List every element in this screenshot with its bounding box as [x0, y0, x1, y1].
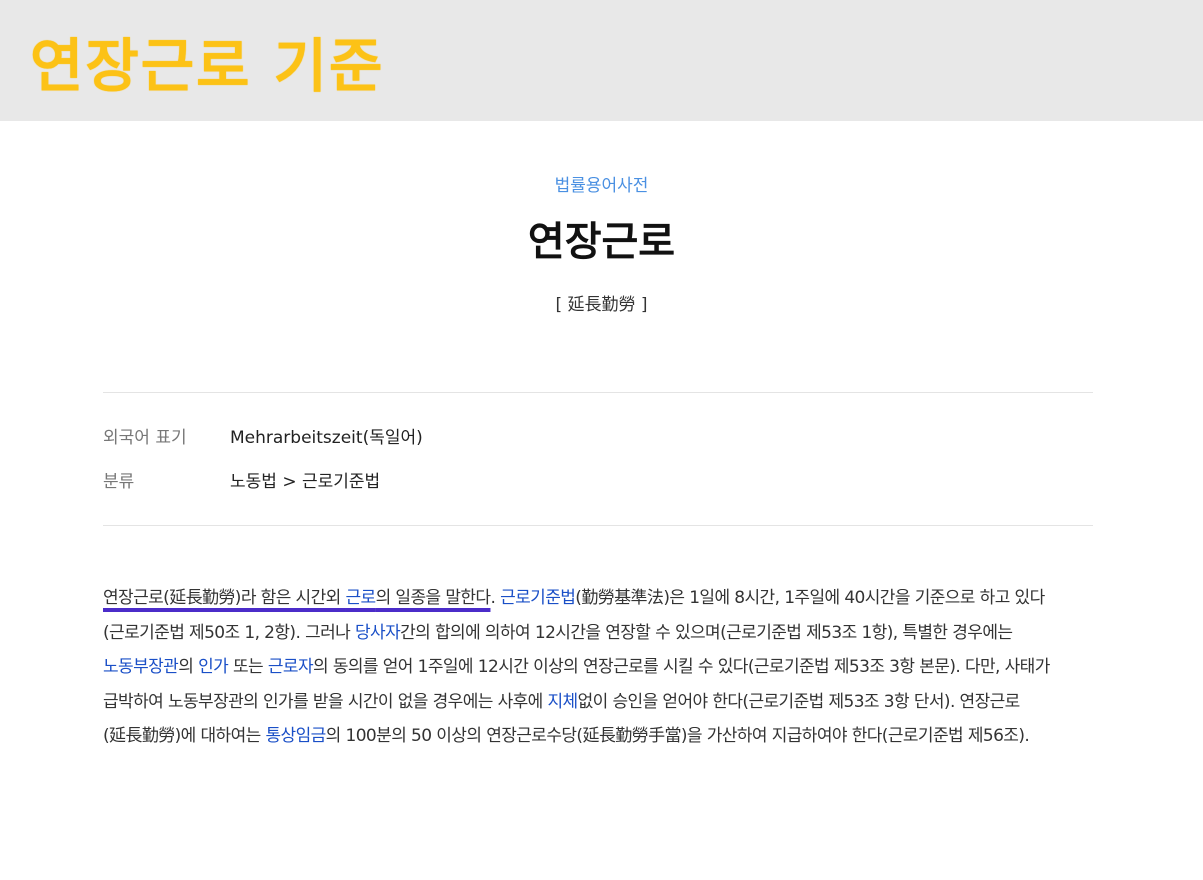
body-text: .: [490, 588, 501, 608]
link-당사자[interactable]: 당사자: [355, 623, 401, 643]
definition-body: 연장근로(延長勤勞)라 함은 시간외 근로의 일종을 말한다. 근로기준법(勤勞…: [103, 581, 1093, 754]
meta-foreign-label: 외국어 표기: [103, 428, 187, 448]
body-text: 또는: [228, 657, 268, 677]
meta-foreign-value: Mehrarbeitszeit(독일어): [230, 428, 423, 448]
dictionary-source-link[interactable]: 법률용어사전: [0, 171, 1203, 196]
link-근로자[interactable]: 근로자: [268, 657, 314, 677]
meta-category-label: 분류: [103, 472, 135, 492]
meta-category-value: 노동법 > 근로기준법: [230, 472, 381, 492]
body-text: 의: [178, 657, 199, 677]
link-지체[interactable]: 지체: [548, 692, 579, 712]
body-text: 의 일종을 말한다: [375, 588, 491, 608]
highlighted-definition: 연장근로(延長勤勞)라 함은 시간외 근로의 일종을 말한다: [103, 588, 491, 608]
banner: 연장근로 기준: [0, 0, 1203, 121]
link-인가[interactable]: 인가: [198, 657, 229, 677]
body-text: 연장근로(延長勤勞)라 함은 시간외: [103, 588, 346, 608]
link-근로[interactable]: 근로: [345, 588, 376, 608]
divider-bottom: [103, 525, 1093, 526]
link-노동부장관[interactable]: 노동부장관: [103, 657, 179, 677]
body-text: 의 100분의 50 이상의 연장근로수당(延長勤勞手當)을 가산하여 지급하여…: [325, 726, 1030, 746]
entry-headword: 연장근로: [527, 219, 676, 265]
link-통상임금[interactable]: 통상임금: [265, 726, 326, 746]
entry-hanja: [ 延長勤勞 ]: [555, 295, 648, 315]
link-근로기준법[interactable]: 근로기준법: [500, 588, 576, 608]
banner-title: 연장근로 기준: [30, 32, 385, 100]
meta-category-row: 분류 노동법 > 근로기준법: [103, 470, 380, 494]
divider-top: [103, 392, 1093, 393]
meta-foreign-row: 외국어 표기 Mehrarbeitszeit(독일어): [103, 426, 423, 450]
body-text: 간의 합의에 의하여 12시간을 연장할 수 있으며(근로기준법 제53조 1항…: [400, 622, 1013, 643]
